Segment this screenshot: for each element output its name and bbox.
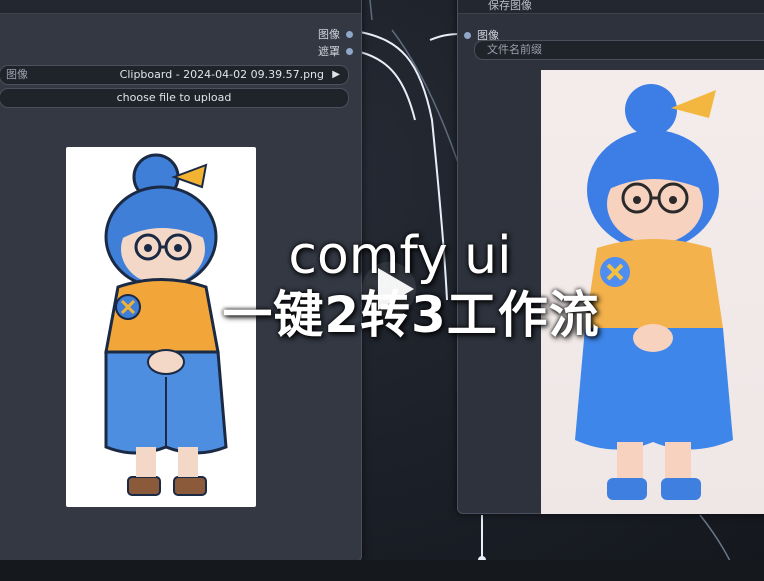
output-port-mask-dot[interactable] xyxy=(346,47,353,55)
output-port-image[interactable]: 图像 xyxy=(318,26,353,42)
output-port-image-dot[interactable] xyxy=(346,30,353,38)
triangle-right-icon[interactable]: ▶ xyxy=(332,66,340,84)
image-select-widget[interactable]: 图像 Clipboard - 2024-04-02 09.39.57.png ▶ xyxy=(0,65,349,85)
output-port-mask[interactable]: 遮罩 xyxy=(318,43,353,59)
image-select-label: 图像 xyxy=(6,68,28,81)
save-image-node-title[interactable]: 保存图像 xyxy=(458,0,764,14)
wire-to-save xyxy=(429,33,461,41)
wire-mask xyxy=(359,51,416,121)
wire-top xyxy=(369,0,373,21)
load-image-node-title[interactable] xyxy=(0,0,361,14)
input-port-image-dot[interactable] xyxy=(464,31,471,39)
output-port-mask-label: 遮罩 xyxy=(318,45,340,58)
output-port-image-label: 图像 xyxy=(318,28,340,41)
play-icon xyxy=(378,268,414,310)
choose-file-button[interactable]: choose file to upload xyxy=(0,88,349,108)
image-select-value: Clipboard - 2024-04-02 09.39.57.png xyxy=(119,68,324,81)
play-button[interactable] xyxy=(362,262,416,316)
video-bottom-bar xyxy=(0,560,764,581)
filename-prefix-field[interactable]: 文件名前缀 xyxy=(474,40,764,60)
